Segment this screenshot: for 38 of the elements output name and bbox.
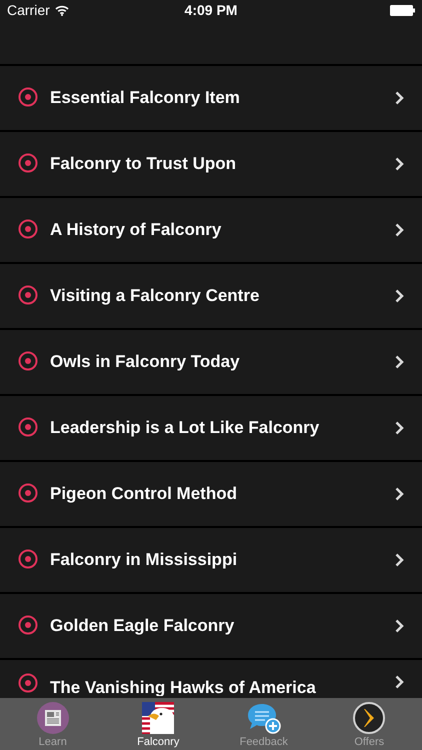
- target-icon: [18, 549, 38, 569]
- chevron-icon: [395, 289, 404, 303]
- item-title: Essential Falconry Item: [50, 87, 240, 110]
- target-icon: [18, 219, 38, 239]
- item-title: Leadership is a Lot Like Falconry: [50, 417, 320, 440]
- carrier-label: Carrier: [7, 1, 50, 20]
- chevron-icon: [395, 675, 404, 689]
- target-icon: [18, 673, 38, 693]
- chevron-icon: [395, 91, 404, 105]
- speech-bubble-plus-icon: [246, 702, 282, 734]
- clock-time: 4:09 PM: [184, 1, 238, 20]
- item-title: Golden Eagle Falconry: [50, 615, 234, 638]
- item-title: Visiting a Falconry Centre: [50, 285, 260, 308]
- target-icon: [18, 417, 38, 437]
- target-icon: [18, 87, 38, 107]
- wifi-icon: [54, 5, 69, 16]
- chevron-icon: [395, 487, 404, 501]
- item-title: A History of Falconry: [50, 219, 222, 242]
- chevron-icon: [395, 223, 404, 237]
- chevron-icon: [395, 553, 404, 567]
- target-icon: [18, 285, 38, 305]
- item-title: Falconry to Trust Upon: [50, 153, 236, 176]
- chevron-icon: [395, 157, 404, 171]
- tab[interactable]: Falconry: [137, 736, 180, 749]
- target-icon: [18, 615, 38, 635]
- chevron-icon: [395, 619, 404, 633]
- target-icon: [18, 483, 38, 503]
- eagle-flag-icon: [142, 702, 174, 734]
- target-icon: [18, 351, 38, 371]
- item-title: Owls in Falconry Today: [50, 351, 240, 374]
- battery-icon: [390, 5, 415, 16]
- chevron-icon: [395, 355, 404, 369]
- chevron-badge-icon: [353, 702, 386, 734]
- item-title: Falconry in Mississippi: [50, 549, 238, 572]
- chevron-icon: [395, 421, 404, 435]
- target-icon: [18, 153, 38, 173]
- newspaper-icon: [36, 702, 69, 734]
- item-title: Pigeon Control Method: [50, 483, 237, 506]
